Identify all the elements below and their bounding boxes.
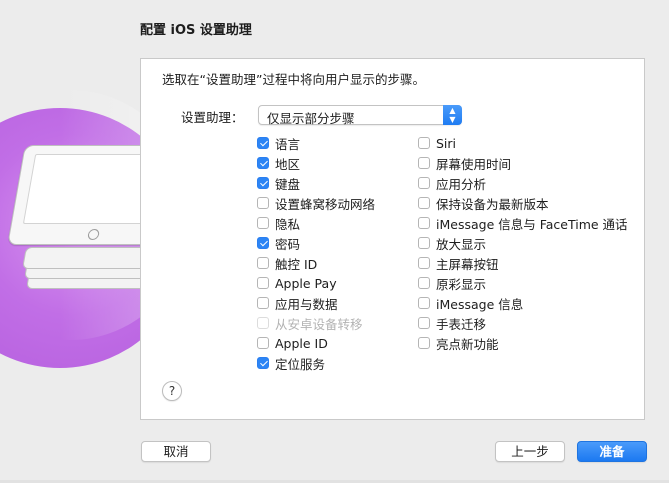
step-checkbox[interactable] <box>418 217 430 229</box>
step-checkbox[interactable] <box>418 337 430 349</box>
step-checkbox[interactable] <box>257 257 269 269</box>
step-item-display-zoom[interactable]: 放大显示 <box>418 233 628 253</box>
step-item-imessage[interactable]: iMessage 信息 <box>418 293 628 313</box>
step-item-apps-data[interactable]: 应用与数据 <box>257 293 375 313</box>
select-stepper-icon: ▲ ▼ <box>443 105 462 125</box>
step-item-privacy[interactable]: 隐私 <box>257 213 375 233</box>
help-button[interactable]: ? <box>162 381 182 401</box>
step-item-screen-time[interactable]: 屏幕使用时间 <box>418 153 628 173</box>
step-item-apple-pay[interactable]: Apple Pay <box>257 273 375 293</box>
step-item-siri[interactable]: Siri <box>418 133 628 153</box>
step-checkbox[interactable] <box>257 297 269 309</box>
step-checkbox[interactable] <box>418 177 430 189</box>
step-item-apple-id[interactable]: Apple ID <box>257 333 375 353</box>
step-checkbox[interactable] <box>257 157 269 169</box>
step-item-watch-migration[interactable]: 手表迁移 <box>418 313 628 333</box>
setup-assistant-select-value: 仅显示部分步骤 <box>267 111 355 126</box>
ipad-home-button <box>86 229 100 240</box>
step-item-software-update[interactable]: 保持设备为最新版本 <box>418 193 628 213</box>
step-item-android-migration: 从安卓设备转移 <box>257 313 375 333</box>
step-checkbox[interactable] <box>257 337 269 349</box>
panel-description: 选取在“设置助理”过程中将向用户显示的步骤。 <box>162 72 425 87</box>
step-checkbox <box>257 317 269 329</box>
step-item-imessage-facetime[interactable]: iMessage 信息与 FaceTime 通话 <box>418 213 628 233</box>
step-item-language[interactable]: 语言 <box>257 133 375 153</box>
step-checkbox[interactable] <box>257 177 269 189</box>
setup-assistant-select-label: 设置助理： <box>181 110 244 125</box>
cancel-button[interactable]: 取消 <box>141 441 211 462</box>
step-checkbox[interactable] <box>418 257 430 269</box>
step-item-home-button[interactable]: 主屏幕按钮 <box>418 253 628 273</box>
step-item-region[interactable]: 地区 <box>257 153 375 173</box>
step-item-passcode[interactable]: 密码 <box>257 233 375 253</box>
step-checkbox[interactable] <box>257 217 269 229</box>
step-checkbox[interactable] <box>418 277 430 289</box>
steps-column-left: 语言 地区 键盘 设置蜂窝移动网络 隐私 密码 触控 ID Apple Pay … <box>257 133 375 373</box>
prepare-button[interactable]: 准备 <box>577 441 647 462</box>
step-checkbox[interactable] <box>418 297 430 309</box>
step-checkbox[interactable] <box>257 137 269 149</box>
step-checkbox[interactable] <box>418 137 430 149</box>
step-item-app-analytics[interactable]: 应用分析 <box>418 173 628 193</box>
step-checkbox[interactable] <box>257 197 269 209</box>
steps-panel: 选取在“设置助理”过程中将向用户显示的步骤。 设置助理： 仅显示部分步骤 ▲ ▼ … <box>140 58 645 420</box>
step-checkbox[interactable] <box>257 357 269 369</box>
step-checkbox[interactable] <box>418 237 430 249</box>
step-checkbox[interactable] <box>257 237 269 249</box>
step-item-touch-id[interactable]: 触控 ID <box>257 253 375 273</box>
setup-assistant-window: 配置 iOS 设置助理 选取在“设置助理”过程中将向用户显示的步骤。 设置助理：… <box>0 0 669 483</box>
step-item-whats-new[interactable]: 亮点新功能 <box>418 333 628 353</box>
step-item-cellular[interactable]: 设置蜂窝移动网络 <box>257 193 375 213</box>
setup-assistant-select[interactable]: 仅显示部分步骤 ▲ ▼ <box>258 105 462 126</box>
step-checkbox[interactable] <box>257 277 269 289</box>
step-checkbox[interactable] <box>418 157 430 169</box>
step-checkbox[interactable] <box>418 317 430 329</box>
back-button[interactable]: 上一步 <box>495 441 565 462</box>
step-item-true-tone[interactable]: 原彩显示 <box>418 273 628 293</box>
step-item-location-services[interactable]: 定位服务 <box>257 353 375 373</box>
steps-column-right: Siri 屏幕使用时间 应用分析 保持设备为最新版本 iMessage 信息与 … <box>418 133 628 353</box>
step-item-keyboard[interactable]: 键盘 <box>257 173 375 193</box>
step-checkbox[interactable] <box>418 197 430 209</box>
page-title: 配置 iOS 设置助理 <box>140 23 252 38</box>
